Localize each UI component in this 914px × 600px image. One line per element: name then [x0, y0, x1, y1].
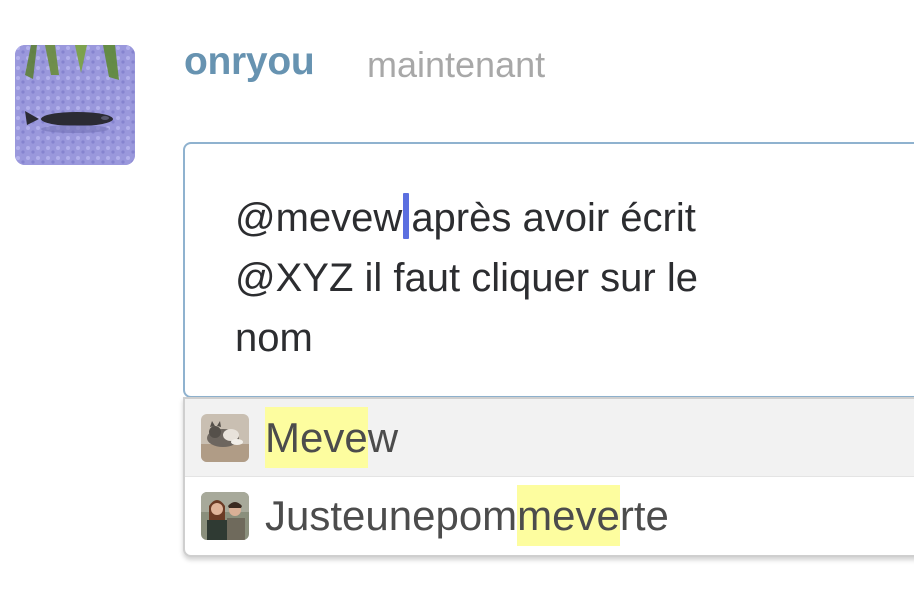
- editor-line-2: @XYZ il faut cliquer sur le: [235, 256, 698, 300]
- name-prefix: Justeunepom: [265, 492, 518, 539]
- people-photo-icon: [201, 492, 249, 540]
- name-suffix: rte: [619, 492, 669, 539]
- editor-text[interactable]: @mevew après avoir écrit @XYZ il faut cli…: [235, 188, 795, 368]
- name-suffix: w: [367, 413, 399, 461]
- mention-text: @mevew: [235, 196, 403, 240]
- message-edit-input[interactable]: @mevew après avoir écrit @XYZ il faut cli…: [183, 142, 914, 398]
- autocomplete-item-label: Justeunepommeverte: [265, 485, 669, 546]
- message-view: onryou maintenant @mevew après avoir écri…: [0, 0, 914, 600]
- editor-line-3: nom: [235, 316, 313, 360]
- mention-autocomplete-list: Mevew Justeunepommeverte: [183, 397, 914, 557]
- editor-line-1: après avoir écrit: [411, 196, 696, 240]
- match-highlight: meve: [517, 485, 620, 546]
- user-avatar[interactable]: [15, 45, 135, 165]
- fish-photo-icon: [15, 45, 135, 165]
- message-timestamp[interactable]: maintenant: [367, 44, 545, 86]
- autocomplete-item-label: Mevew: [265, 406, 399, 468]
- text-caret: [403, 193, 410, 239]
- match-highlight: Meve: [265, 406, 368, 468]
- message-author[interactable]: onryou: [184, 40, 315, 84]
- cat-photo-icon: [201, 413, 249, 462]
- autocomplete-item-mevew[interactable]: Mevew: [185, 399, 914, 477]
- autocomplete-item-justeunepommeverte[interactable]: Justeunepommeverte: [185, 477, 914, 555]
